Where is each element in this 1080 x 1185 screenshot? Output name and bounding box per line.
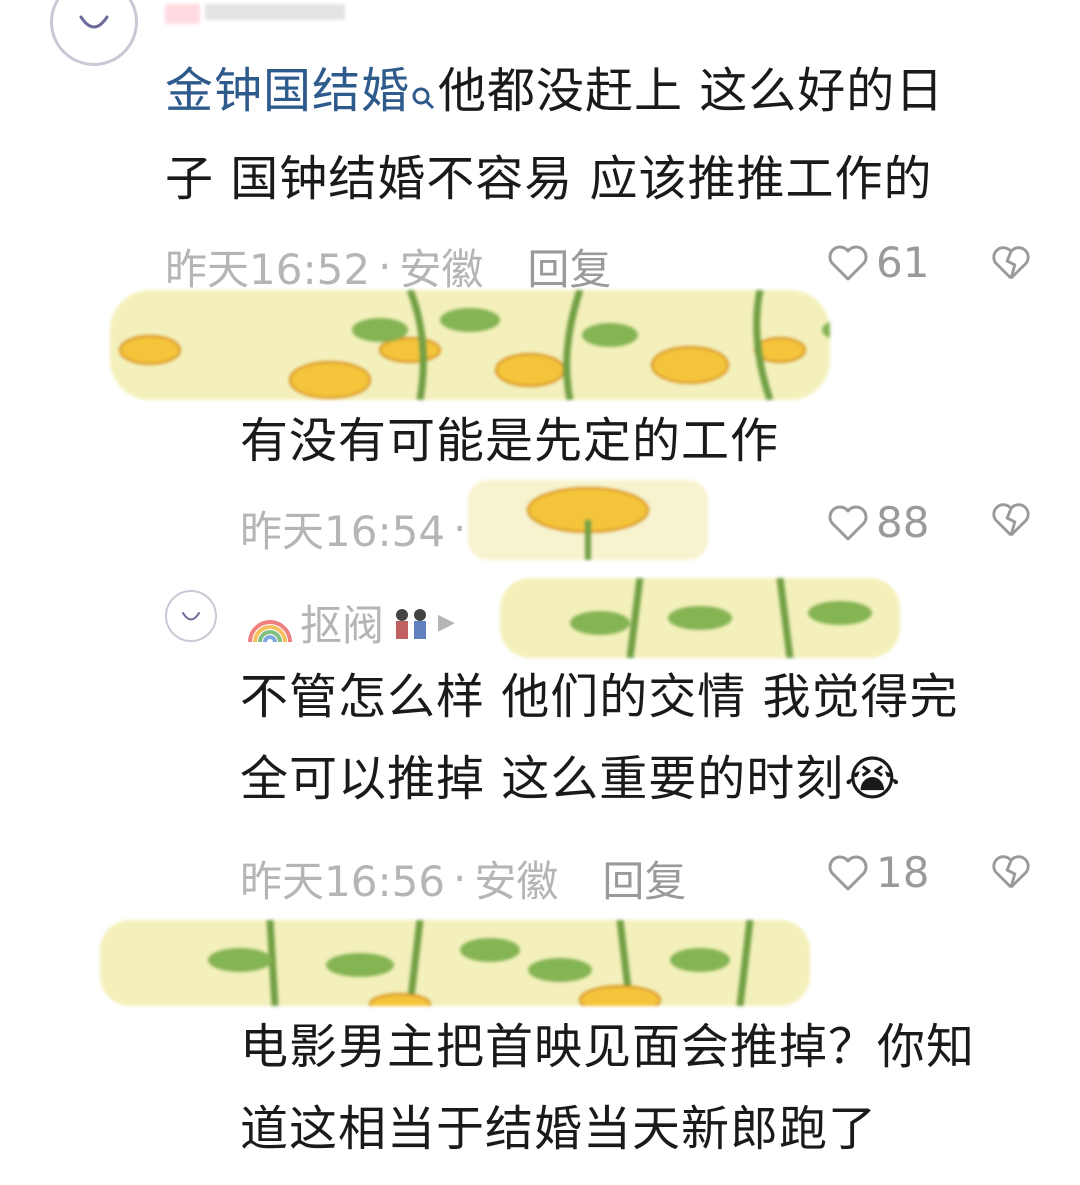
redaction-sunflower	[100, 920, 810, 1006]
crying-laughing-emoji: 😭	[844, 751, 902, 807]
broken-heart-icon	[992, 855, 1030, 889]
reply-button[interactable]: 回复	[602, 848, 686, 909]
like-button[interactable]: 61	[826, 238, 929, 287]
comment-text: 金钟国结婚 他都没赶上 这么好的日 子 国钟结婚不容易 应该推推工作的	[165, 50, 1045, 220]
comment-meta: 昨天16:56 · 安徽 回复	[240, 848, 686, 909]
avatar[interactable]	[50, 0, 138, 66]
smile-face-icon	[182, 612, 200, 621]
username-redacted	[165, 0, 365, 26]
dolls-emoji-icon	[390, 603, 432, 643]
like-count: 88	[876, 498, 930, 547]
reply-text: 有没有可能是先定的工作	[240, 413, 780, 469]
timestamp: 昨天16:56	[240, 857, 446, 906]
dislike-button[interactable]	[990, 243, 1032, 287]
like-button[interactable]: 18	[826, 848, 929, 897]
comment-meta: 昨天16:54 ·	[240, 498, 474, 559]
avatar[interactable]	[165, 590, 217, 642]
arrow-right-icon: ▶	[438, 610, 455, 635]
location: 安徽	[399, 245, 484, 294]
location: 安徽	[474, 857, 559, 906]
broken-heart-icon	[992, 503, 1030, 537]
topic-link[interactable]: 金钟国结婚	[165, 63, 410, 119]
heart-icon	[828, 505, 868, 540]
heart-icon	[828, 855, 868, 890]
comment-meta: 昨天16:52 · 安徽 回复	[165, 236, 611, 297]
reply-button[interactable]: 回复	[527, 236, 611, 297]
like-button[interactable]: 88	[826, 498, 929, 547]
like-count: 18	[876, 848, 930, 897]
like-count: 61	[876, 238, 930, 287]
smile-face-icon	[79, 15, 109, 29]
reply-text: 不管怎么样 他们的交情 我觉得完 全可以推掉 这么重要的时刻😭	[240, 669, 959, 807]
heart-icon	[828, 245, 868, 280]
dislike-button[interactable]	[990, 500, 1032, 544]
dislike-button[interactable]	[990, 852, 1032, 896]
timestamp: 昨天16:54	[240, 507, 446, 556]
rainbow-icon	[248, 619, 292, 642]
broken-heart-icon	[992, 246, 1030, 280]
reply-text: 电影男主把首映见面会推掉？你知 道这相当于结婚当天新郎跑了	[240, 1019, 976, 1157]
redaction-sunflower	[110, 290, 830, 400]
redaction-sunflower	[468, 480, 708, 560]
redaction-sunflower	[500, 578, 900, 658]
username[interactable]: 抠阀 ▶	[244, 592, 455, 653]
search-icon[interactable]	[410, 56, 438, 138]
timestamp: 昨天16:52	[165, 245, 371, 294]
